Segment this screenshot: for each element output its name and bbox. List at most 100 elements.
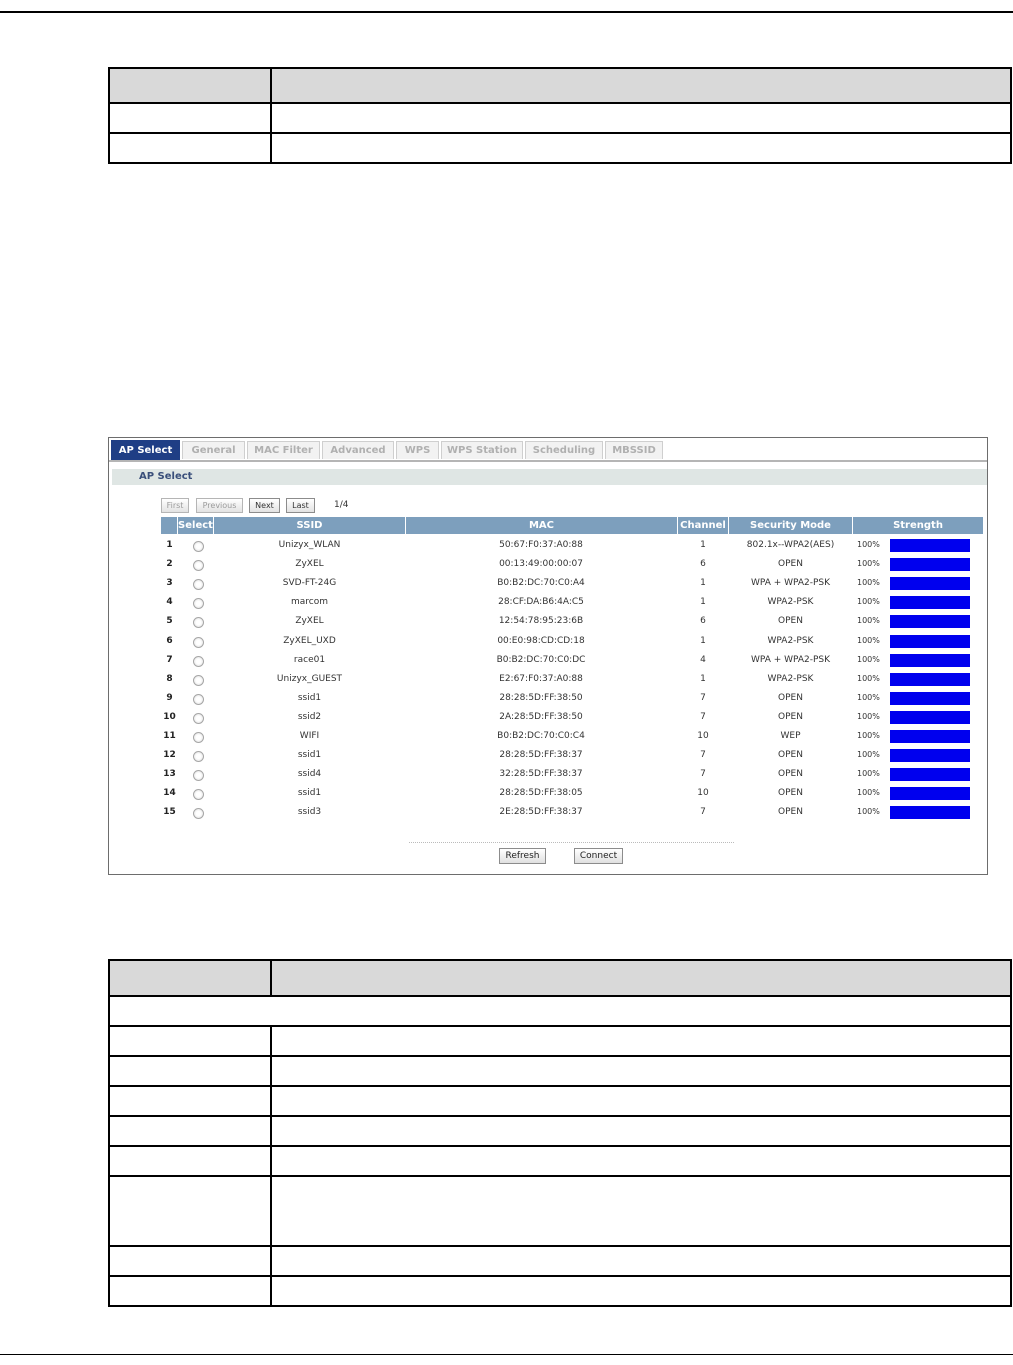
select-radio[interactable] (193, 655, 204, 667)
strength-bar (890, 749, 970, 763)
select-radio[interactable] (193, 732, 204, 743)
ssid-cell: ZyXEL (295, 559, 324, 570)
strength-bar (890, 787, 970, 801)
tab-mbssid[interactable]: MBSSID (605, 441, 663, 459)
select-radio[interactable] (193, 598, 204, 610)
select-radio[interactable] (193, 693, 204, 705)
row-number: 8 (166, 673, 173, 684)
ap-row[interactable]: 5 ZyXEL 12:54:78:95:23:6B 6 OPEN 100% (161, 612, 983, 631)
channel-cell: 7 (700, 711, 706, 722)
table-cell (108, 1055, 272, 1087)
col-header-select: Select (178, 517, 214, 534)
strength-percent: 100% (857, 711, 880, 721)
table-cell (270, 1025, 1012, 1057)
ap-row[interactable]: 3 SVD-FT-24G B0:B2:DC:70:C0:A4 1 WPA + WPA2-… (161, 574, 983, 593)
select-radio[interactable] (193, 770, 204, 782)
mac-cell: B0:B2:DC:70:C0:A4 (497, 578, 585, 589)
strength-bar (890, 539, 970, 552)
strength-bar (890, 653, 970, 667)
table-cell (108, 1115, 272, 1147)
tab-wps[interactable]: WPS (396, 441, 439, 459)
col-header-ssid: SSID (214, 517, 406, 534)
strength-bar (890, 577, 970, 591)
first-page-button[interactable]: First (161, 498, 189, 513)
ssid-cell: ssid1 (297, 750, 322, 761)
strength-bar (890, 806, 970, 820)
channel-cell: 4 (700, 654, 706, 665)
ssid-cell: Unizyx_WLAN (278, 540, 341, 550)
ssid-cell: ZyXEL_UXD (283, 635, 336, 646)
select-radio[interactable] (193, 579, 204, 591)
table-cell (270, 132, 1012, 164)
security-cell: OPEN (778, 788, 803, 799)
row-number: 15 (163, 807, 176, 818)
table-cell (108, 1245, 272, 1277)
select-radio[interactable] (193, 751, 204, 763)
channel-cell: 7 (700, 807, 706, 818)
strength-bar (890, 558, 970, 572)
table-cell (270, 1275, 1012, 1307)
ap-row[interactable]: 8 Unizyx_GUEST E2:67:F0:37:A0:88 1 WPA2-PSK 1… (161, 670, 983, 689)
tab-scheduling[interactable]: Scheduling (525, 441, 603, 459)
ap-row[interactable]: 7 race01 B0:B2:DC:70:C0:DC 4 WPA + WPA2-PSK 1… (161, 651, 983, 670)
ap-row[interactable]: 11 WIFI B0:B2:DC:70:C0:C4 10 WEP 100% (161, 727, 983, 746)
security-cell: OPEN (778, 616, 803, 627)
mac-cell: 00:E0:98:CD:CD:18 (497, 635, 585, 646)
mac-cell: 28:CF:DA:B6:4A:C5 (498, 597, 584, 608)
tab-ap-select[interactable]: AP Select (111, 440, 180, 460)
ap-row[interactable]: 2 ZyXEL 00:13:49:00:00:07 6 OPEN 100% (161, 555, 983, 574)
next-page-button[interactable]: Next (249, 498, 280, 513)
last-page-button[interactable]: Last (286, 498, 315, 513)
strength-bar (890, 672, 970, 686)
security-cell: 802.1x--WPA2(AES) (746, 540, 835, 550)
tab-mac-filter[interactable]: MAC Filter (247, 441, 320, 459)
table-cell (108, 1085, 272, 1117)
select-radio[interactable] (193, 674, 204, 686)
strength-percent: 100% (857, 750, 880, 760)
select-radio[interactable] (193, 560, 204, 572)
refresh-button[interactable]: Refresh (499, 848, 546, 864)
select-radio[interactable] (193, 617, 204, 629)
strength-percent: 100% (857, 769, 880, 779)
ssid-cell: WIFI (299, 731, 320, 741)
ap-row[interactable]: 6 ZyXEL_UXD 00:E0:98:CD:CD:18 1 WPA2-PSK 100% (161, 632, 983, 651)
ap-row[interactable]: 13 ssid4 32:28:5D:FF:38:37 7 OPEN 100% (161, 765, 983, 784)
ap-row[interactable]: 12 ssid1 28:28:5D:FF:38:37 7 OPEN 100% (161, 746, 983, 765)
table-cell (270, 1055, 1012, 1087)
col-header-security: Security Mode (729, 517, 853, 534)
ap-row[interactable]: 9 ssid1 28:28:5D:FF:38:50 7 OPEN 100% (161, 689, 983, 708)
channel-cell: 7 (700, 769, 706, 780)
select-radio[interactable] (193, 808, 204, 820)
select-radio[interactable] (193, 789, 204, 801)
channel-cell: 1 (700, 597, 706, 608)
connect-button[interactable]: Connect (574, 848, 623, 864)
select-radio[interactable] (193, 541, 204, 552)
previous-page-button[interactable]: Previous (196, 498, 243, 513)
tab-advanced[interactable]: Advanced (322, 441, 394, 459)
select-radio[interactable] (193, 636, 204, 648)
table-cell (270, 102, 1012, 134)
ap-row[interactable]: 14 ssid1 28:28:5D:FF:38:05 10 OPEN 100% (161, 784, 983, 803)
channel-cell: 10 (697, 731, 709, 741)
mac-cell: 32:28:5D:FF:38:37 (499, 769, 583, 780)
security-cell: WPA2-PSK (767, 597, 814, 608)
row-number: 10 (163, 711, 176, 722)
tab-wps-station[interactable]: WPS Station (441, 441, 523, 459)
select-radio[interactable] (193, 712, 204, 724)
ap-select-screenshot: AP Select General MAC Filter Advanced WP… (108, 437, 988, 875)
channel-cell: 1 (700, 540, 706, 550)
ssid-cell: SVD-FT-24G (282, 578, 337, 589)
mac-cell: 50:67:F0:37:A0:88 (499, 540, 583, 550)
ap-row[interactable]: 1 Unizyx_WLAN 50:67:F0:37:A0:88 1 802.1x--WP… (161, 536, 983, 555)
tab-general[interactable]: General (182, 441, 245, 459)
security-cell: OPEN (778, 807, 803, 818)
ap-row[interactable]: 10 ssid2 2A:28:5D:FF:38:50 7 OPEN 100% (161, 708, 983, 727)
row-number: 4 (166, 597, 173, 608)
mac-cell: 2E:28:5D:FF:38:37 (499, 807, 583, 818)
mac-cell: 12:54:78:95:23:6B (498, 616, 584, 627)
mac-cell: 28:28:5D:FF:38:05 (499, 788, 583, 799)
ap-row[interactable]: 4 marcom 28:CF:DA:B6:4A:C5 1 WPA2-PSK 100% (161, 593, 983, 612)
ap-row[interactable]: 15 ssid3 2E:28:5D:FF:38:37 7 OPEN 100% (161, 803, 983, 822)
page-indicator: 1/4 (334, 500, 349, 510)
security-cell: OPEN (778, 769, 803, 780)
